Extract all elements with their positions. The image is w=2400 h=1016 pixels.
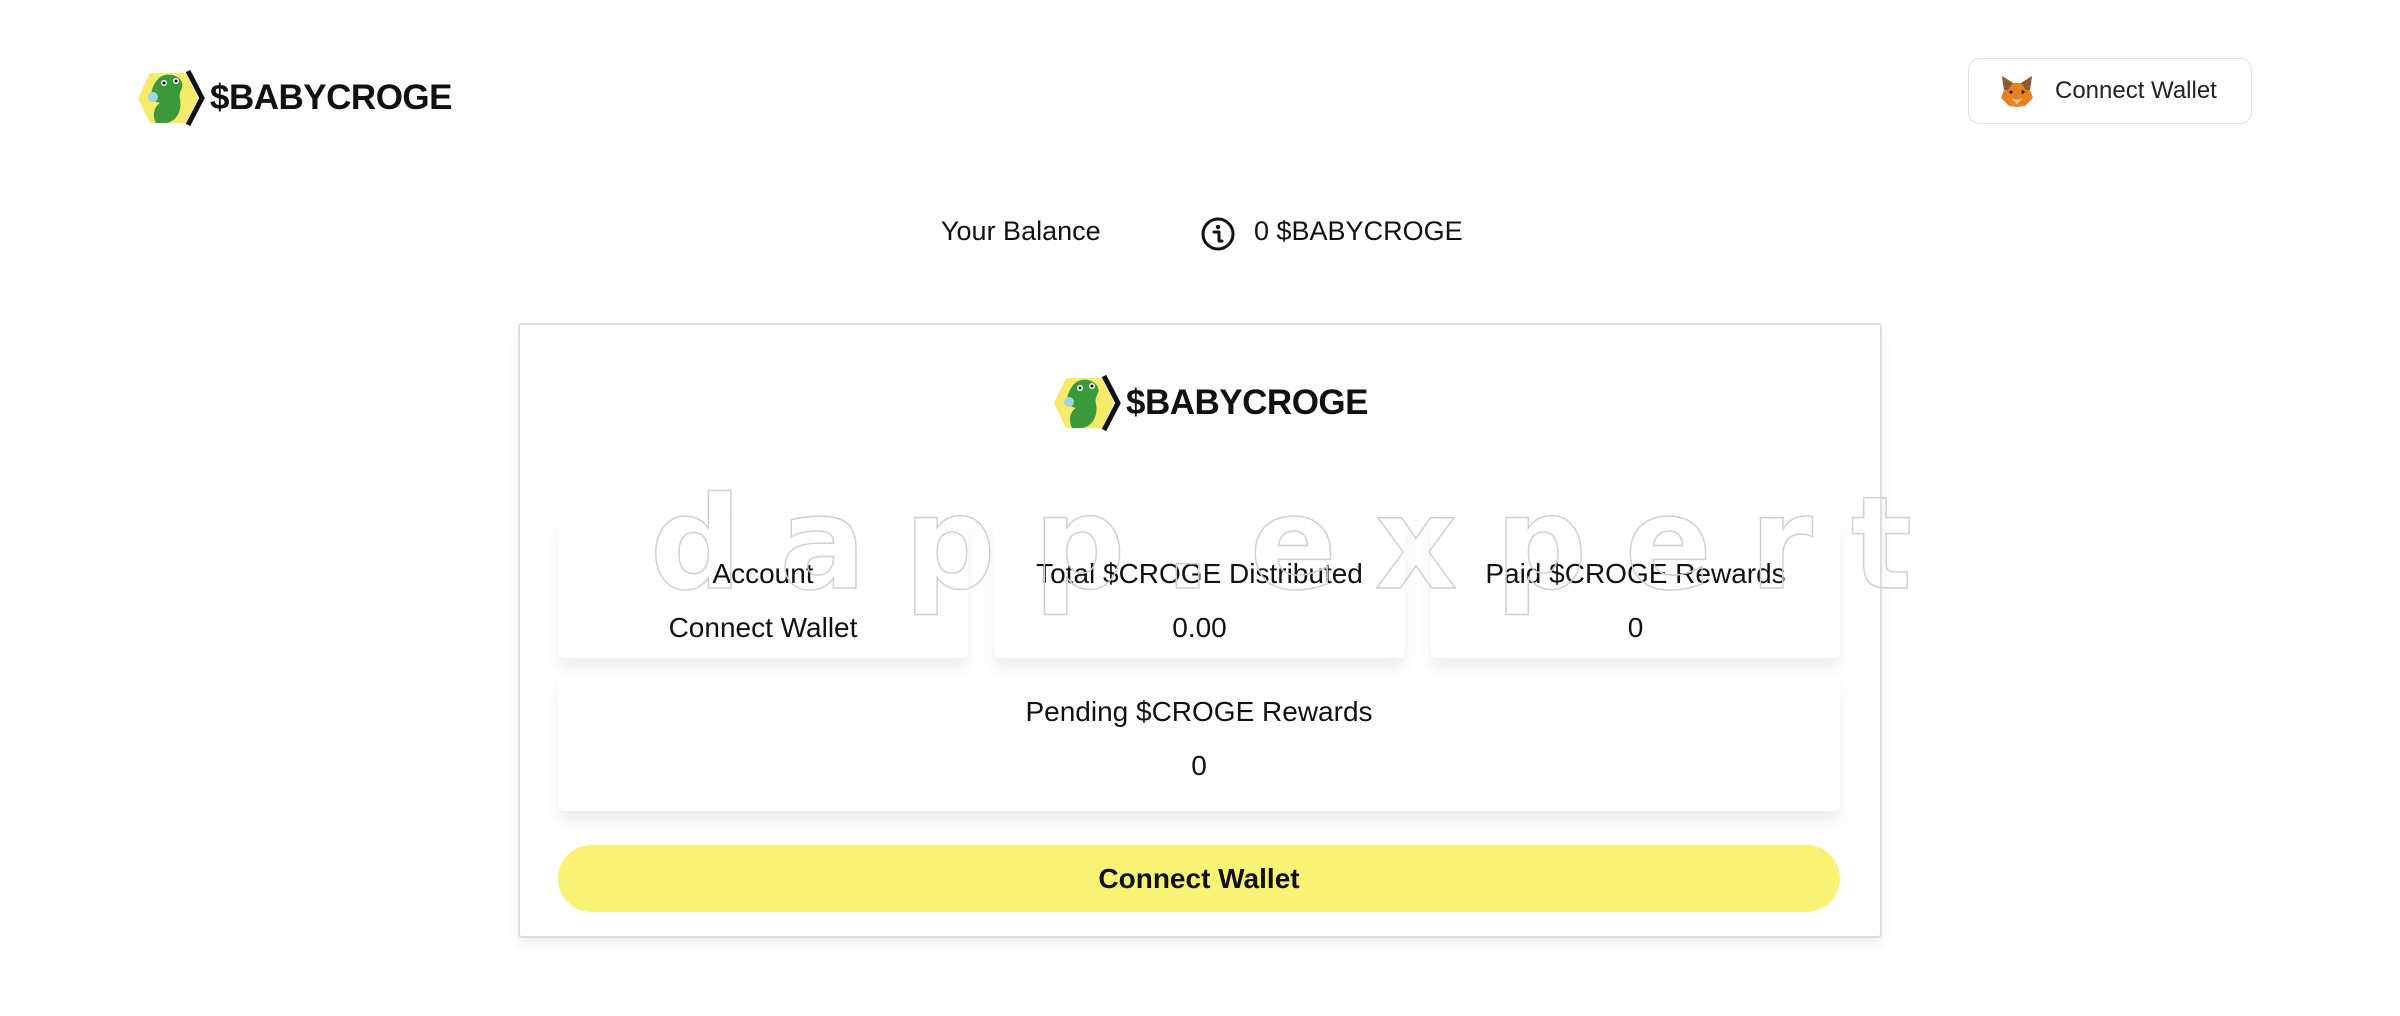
stat-paid-rewards: Paid $CROGE Rewards 0 bbox=[1431, 520, 1840, 658]
stat-total-distributed-title: Total $CROGE Distributed bbox=[1036, 558, 1363, 589]
stat-account: Account Connect Wallet bbox=[558, 520, 968, 658]
card-logo: $BABYCROGE bbox=[1054, 374, 1368, 432]
card-brand-name: $BABYCROGE bbox=[1126, 383, 1368, 422]
info-icon[interactable] bbox=[1200, 216, 1236, 252]
stat-account-title: Account bbox=[712, 558, 814, 589]
stat-paid-rewards-value: 0 bbox=[1627, 612, 1644, 643]
metamask-fox-icon bbox=[2001, 76, 2033, 107]
stat-total-distributed: Total $CROGE Distributed 0.00 bbox=[994, 520, 1405, 658]
connect-wallet-button[interactable]: Connect Wallet bbox=[558, 845, 1840, 912]
connect-wallet-button-label: Connect Wallet bbox=[1098, 862, 1300, 894]
balance-value: 0 $BABYCROGE bbox=[1254, 216, 1463, 246]
balance-label: Your Balance bbox=[941, 216, 1101, 246]
stat-paid-rewards-title: Paid $CROGE Rewards bbox=[1485, 558, 1786, 589]
brand-name: $BABYCROGE bbox=[210, 78, 452, 117]
crocodile-logo-icon bbox=[138, 69, 205, 127]
stat-total-distributed-value: 0.00 bbox=[1172, 612, 1227, 643]
header-connect-wallet-label: Connect Wallet bbox=[2055, 77, 2217, 104]
stat-pending-rewards: Pending $CROGE Rewards 0 bbox=[558, 677, 1840, 811]
stat-account-value: Connect Wallet bbox=[668, 612, 858, 643]
header-logo[interactable]: $BABYCROGE bbox=[138, 69, 452, 127]
header-connect-wallet-button[interactable]: Connect Wallet bbox=[1968, 58, 2252, 124]
stat-pending-rewards-title: Pending $CROGE Rewards bbox=[1025, 696, 1373, 727]
crocodile-logo-icon bbox=[1054, 374, 1121, 432]
stat-pending-rewards-value: 0 bbox=[1191, 750, 1207, 781]
